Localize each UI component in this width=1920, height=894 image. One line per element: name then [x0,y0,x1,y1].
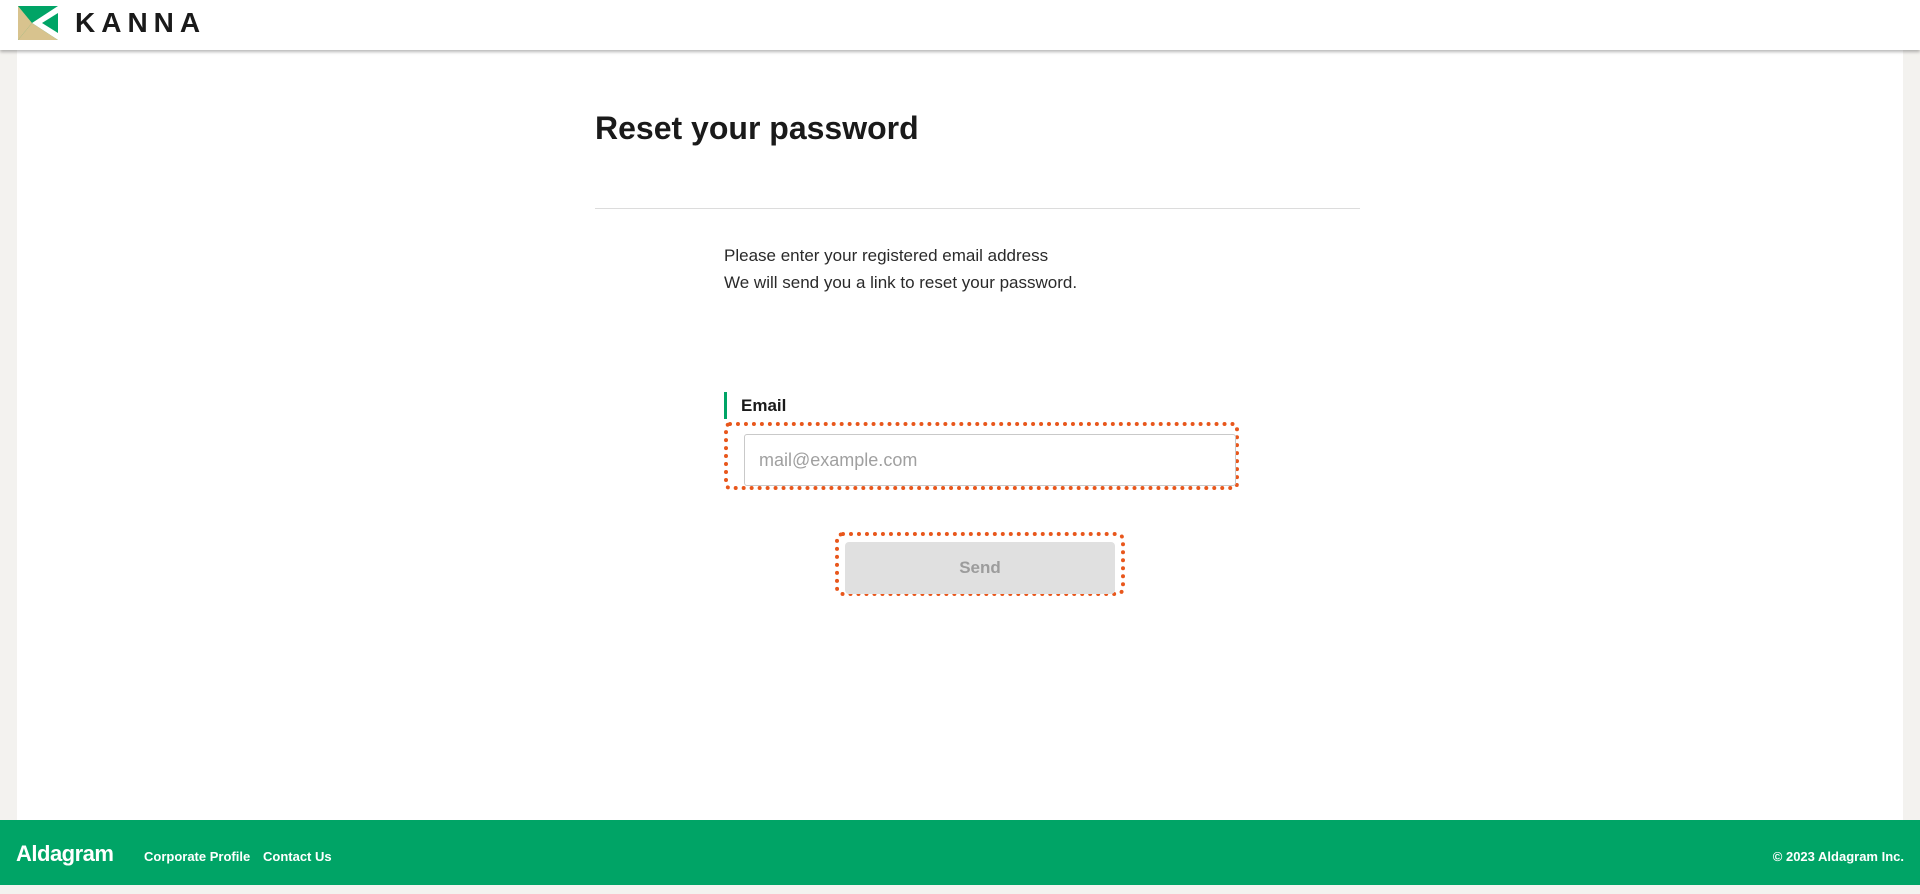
page-title: Reset your password [595,110,919,146]
email-label: Email [724,392,786,419]
kanna-logo-icon[interactable] [18,6,58,40]
description-line-2: We will send you a link to reset your pa… [724,273,1078,292]
corporate-profile-link[interactable]: Corporate Profile [144,820,250,894]
send-focus-outline: Send [835,532,1125,596]
title-divider [595,208,1360,209]
description-line-1: Please enter your registered email addre… [724,246,1049,265]
main-panel: Reset your password Please enter your re… [17,50,1903,820]
app-header: KANNA [0,0,1920,50]
app-footer: Aldagram Corporate Profile Contact Us © … [0,820,1920,885]
logo-text[interactable]: KANNA [75,6,206,40]
send-button[interactable]: Send [845,542,1115,594]
copyright-text: © 2023 Aldagram Inc. [1772,849,1904,864]
reset-form: Please enter your registered email addre… [724,242,1244,596]
contact-us-link[interactable]: Contact Us [263,820,332,894]
email-focus-outline [724,422,1239,490]
email-field[interactable] [744,434,1236,486]
footer-brand[interactable]: Aldagram [16,820,114,888]
